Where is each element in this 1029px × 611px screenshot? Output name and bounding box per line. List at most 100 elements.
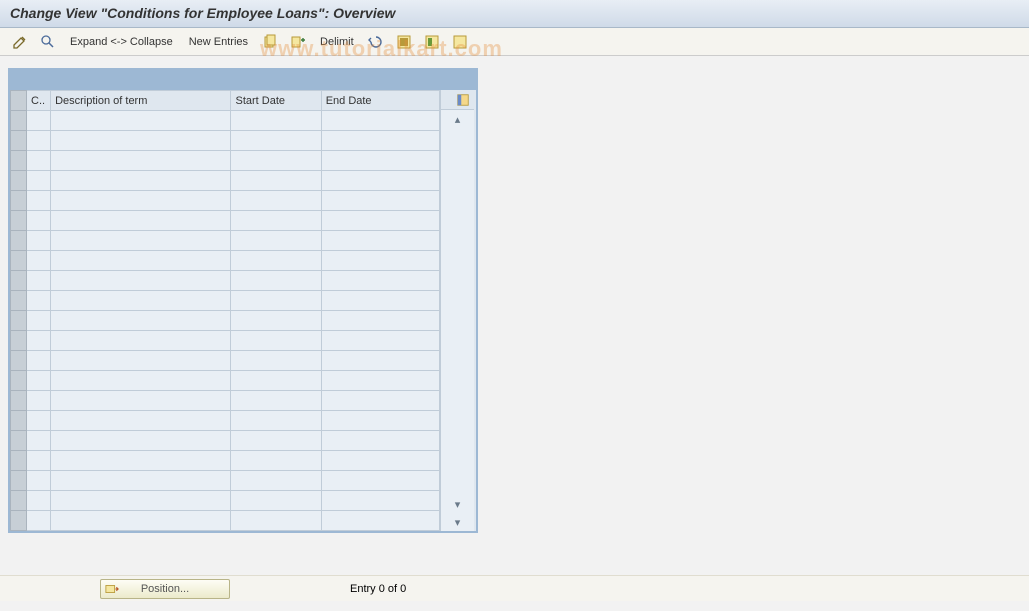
row-selector[interactable]	[11, 311, 27, 331]
row-selector[interactable]	[11, 111, 27, 131]
cell-c[interactable]	[27, 211, 51, 231]
cell-end-date[interactable]	[321, 311, 439, 331]
cell-start-date[interactable]	[231, 411, 321, 431]
cell-c[interactable]	[27, 451, 51, 471]
row-selector[interactable]	[11, 271, 27, 291]
row-selector[interactable]	[11, 171, 27, 191]
cell-start-date[interactable]	[231, 391, 321, 411]
expand-collapse-button[interactable]: Expand <-> Collapse	[64, 32, 179, 52]
cell-end-date[interactable]	[321, 271, 439, 291]
table-row[interactable]	[11, 191, 440, 211]
overview-table[interactable]: C..Description of termStart DateEnd Date	[10, 90, 440, 531]
table-row[interactable]	[11, 111, 440, 131]
row-selector[interactable]	[11, 351, 27, 371]
cell-description[interactable]	[51, 411, 231, 431]
cell-c[interactable]	[27, 231, 51, 251]
cell-c[interactable]	[27, 191, 51, 211]
cell-start-date[interactable]	[231, 111, 321, 131]
cell-c[interactable]	[27, 431, 51, 451]
cell-end-date[interactable]	[321, 511, 439, 531]
cell-c[interactable]	[27, 151, 51, 171]
table-row[interactable]	[11, 511, 440, 531]
table-row[interactable]	[11, 211, 440, 231]
table-row[interactable]	[11, 371, 440, 391]
table-row[interactable]	[11, 351, 440, 371]
cell-start-date[interactable]	[231, 251, 321, 271]
row-selector[interactable]	[11, 411, 27, 431]
cell-c[interactable]	[27, 251, 51, 271]
cell-c[interactable]	[27, 411, 51, 431]
table-row[interactable]	[11, 271, 440, 291]
table-row[interactable]	[11, 451, 440, 471]
cell-end-date[interactable]	[321, 451, 439, 471]
cell-description[interactable]	[51, 451, 231, 471]
cell-description[interactable]	[51, 391, 231, 411]
cell-description[interactable]	[51, 431, 231, 451]
table-row[interactable]	[11, 251, 440, 271]
table-row[interactable]	[11, 491, 440, 511]
cell-description[interactable]	[51, 311, 231, 331]
row-selector[interactable]	[11, 391, 27, 411]
cell-c[interactable]	[27, 371, 51, 391]
table-row[interactable]	[11, 171, 440, 191]
cell-c[interactable]	[27, 491, 51, 511]
cell-description[interactable]	[51, 291, 231, 311]
cell-start-date[interactable]	[231, 451, 321, 471]
cell-start-date[interactable]	[231, 271, 321, 291]
row-selector[interactable]	[11, 151, 27, 171]
cell-c[interactable]	[27, 271, 51, 291]
cell-end-date[interactable]	[321, 111, 439, 131]
cell-c[interactable]	[27, 471, 51, 491]
cell-c[interactable]	[27, 311, 51, 331]
col-header-start-date[interactable]: Start Date	[231, 91, 321, 111]
cell-start-date[interactable]	[231, 331, 321, 351]
row-selector[interactable]	[11, 131, 27, 151]
table-row[interactable]	[11, 231, 440, 251]
cell-start-date[interactable]	[231, 171, 321, 191]
cell-start-date[interactable]	[231, 511, 321, 531]
copy-as-icon[interactable]	[286, 32, 310, 52]
cell-start-date[interactable]	[231, 471, 321, 491]
row-selector[interactable]	[11, 471, 27, 491]
cell-end-date[interactable]	[321, 491, 439, 511]
cell-c[interactable]	[27, 171, 51, 191]
table-row[interactable]	[11, 391, 440, 411]
cell-c[interactable]	[27, 131, 51, 151]
cell-description[interactable]	[51, 351, 231, 371]
cell-start-date[interactable]	[231, 431, 321, 451]
row-selector[interactable]	[11, 251, 27, 271]
cell-end-date[interactable]	[321, 371, 439, 391]
cell-end-date[interactable]	[321, 391, 439, 411]
row-selector[interactable]	[11, 291, 27, 311]
cell-start-date[interactable]	[231, 211, 321, 231]
cell-description[interactable]	[51, 151, 231, 171]
cell-start-date[interactable]	[231, 191, 321, 211]
table-row[interactable]	[11, 411, 440, 431]
cell-description[interactable]	[51, 271, 231, 291]
col-header-end-date[interactable]: End Date	[321, 91, 439, 111]
cell-start-date[interactable]	[231, 351, 321, 371]
configure-columns-icon[interactable]	[441, 90, 474, 110]
cell-description[interactable]	[51, 111, 231, 131]
cell-start-date[interactable]	[231, 151, 321, 171]
cell-end-date[interactable]	[321, 411, 439, 431]
cell-start-date[interactable]	[231, 131, 321, 151]
table-row[interactable]	[11, 331, 440, 351]
cell-c[interactable]	[27, 351, 51, 371]
cell-end-date[interactable]	[321, 231, 439, 251]
cell-c[interactable]	[27, 511, 51, 531]
col-header-c[interactable]: C..	[27, 91, 51, 111]
cell-end-date[interactable]	[321, 251, 439, 271]
position-button[interactable]: Position...	[100, 579, 230, 599]
new-entries-button[interactable]: New Entries	[183, 32, 254, 52]
cell-end-date[interactable]	[321, 151, 439, 171]
cell-description[interactable]	[51, 131, 231, 151]
cell-c[interactable]	[27, 331, 51, 351]
scroll-down-end-icon[interactable]: ▾	[441, 513, 474, 531]
row-selector[interactable]	[11, 211, 27, 231]
table-row[interactable]	[11, 131, 440, 151]
cell-description[interactable]	[51, 231, 231, 251]
cell-description[interactable]	[51, 171, 231, 191]
row-selector[interactable]	[11, 431, 27, 451]
cell-end-date[interactable]	[321, 211, 439, 231]
